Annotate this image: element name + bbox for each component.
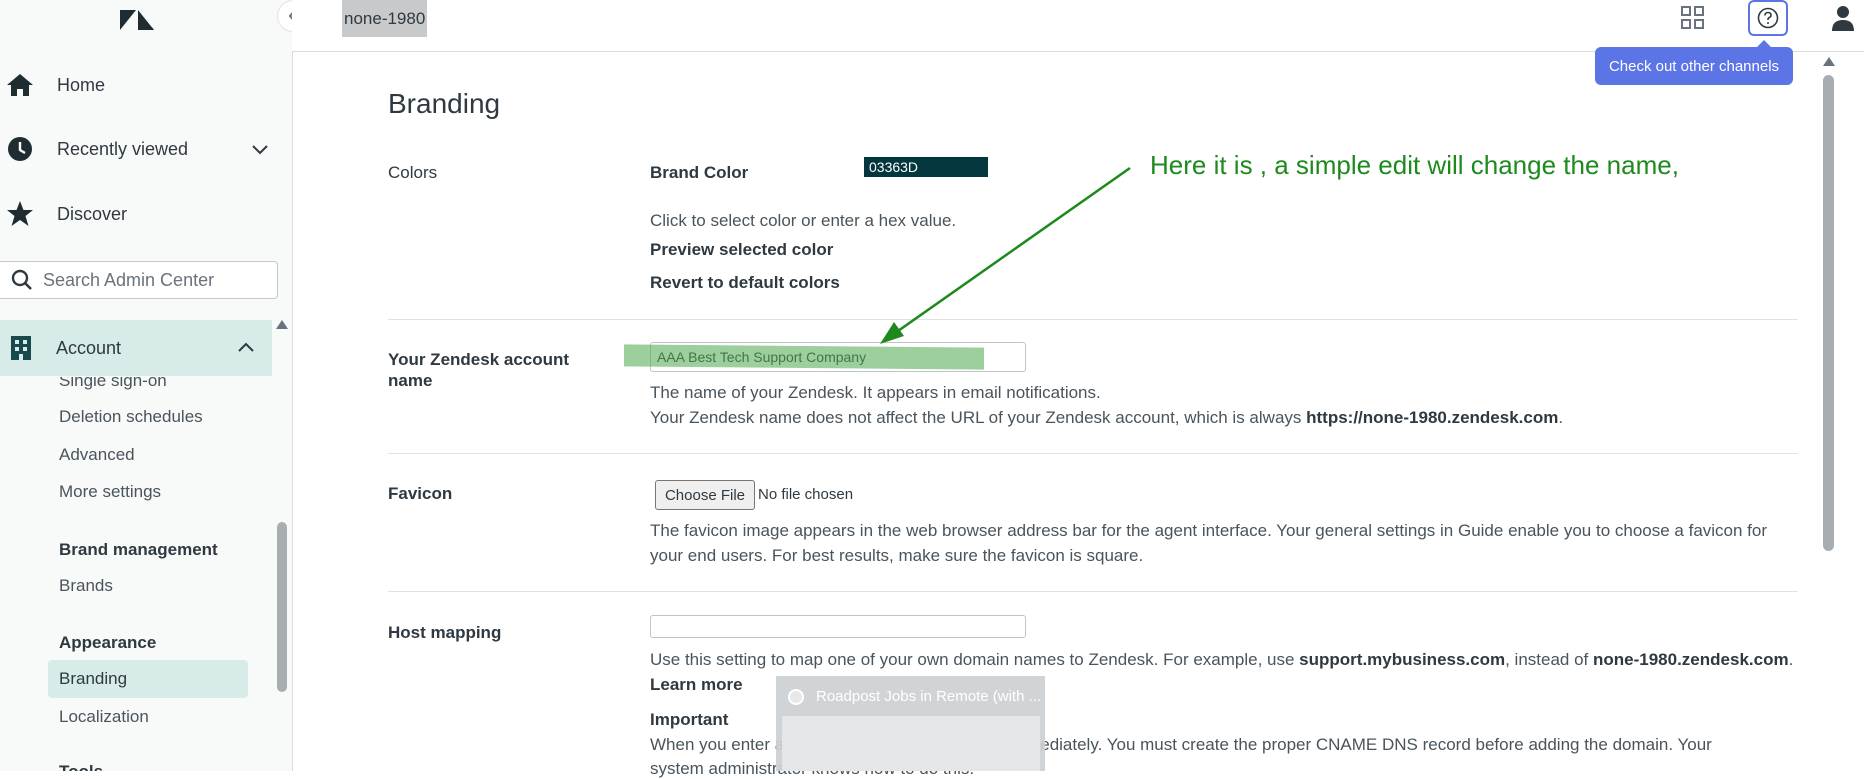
colors-label: Colors	[388, 163, 438, 182]
favicon-help1: The favicon image appears in the web bro…	[650, 521, 1768, 540]
page-title: Branding	[388, 88, 501, 119]
brand-color-label: Brand Color	[650, 163, 749, 182]
annotation-text: Here it is , a simple edit will change t…	[1150, 150, 1679, 180]
account-name-label-line2: name	[388, 371, 433, 390]
host-mapping-help-text: Use this setting to map one of your own …	[650, 650, 1300, 669]
nav-discover-label: Discover	[57, 203, 128, 224]
host-mapping-example: support.mybusiness.com	[1299, 650, 1506, 669]
brand-management-heading: Brand management	[59, 540, 218, 559]
host-mapping-label: Host mapping	[388, 623, 502, 642]
host-mapping-input[interactable]	[650, 615, 1026, 638]
search-placeholder: Search Admin Center	[43, 269, 215, 290]
building-icon	[10, 335, 32, 361]
clock-icon	[5, 134, 35, 164]
important-heading: Important	[650, 710, 729, 729]
sidebar-item-brands[interactable]: Brands	[59, 576, 113, 596]
account-name-help1: The name of your Zendesk. It appears in …	[650, 383, 1101, 402]
no-file-chosen: No file chosen	[758, 486, 854, 503]
search-icon	[11, 269, 33, 291]
taskbar-preview-popup[interactable]: Roadpost Jobs in Remote (with ...	[776, 676, 1045, 771]
home-icon	[5, 70, 35, 100]
zendesk-logo[interactable]	[118, 4, 156, 34]
favicon-label: Favicon	[388, 484, 453, 503]
account-name-help2: Your Zendesk name does not affect the UR…	[650, 408, 1563, 428]
nav-account[interactable]: Account	[0, 320, 272, 376]
help-button[interactable]	[1748, 0, 1788, 36]
nav-discover[interactable]: Discover	[0, 186, 280, 242]
chevron-down-icon[interactable]	[252, 139, 268, 160]
appearance-heading: Appearance	[59, 633, 157, 652]
main-scroll-up[interactable]	[1823, 57, 1835, 66]
search-admin-center[interactable]: Search Admin Center	[0, 261, 278, 299]
sidebar-scrollbar[interactable]	[277, 522, 287, 692]
nav-recently-viewed[interactable]: Recently viewed	[0, 121, 280, 177]
learn-more-link[interactable]: Learn more	[650, 675, 743, 695]
chevron-up-icon[interactable]	[238, 342, 254, 352]
user-avatar-icon[interactable]	[1830, 4, 1856, 32]
star-icon	[5, 199, 35, 229]
popup-thumbnail	[782, 716, 1040, 771]
chrome-icon	[788, 689, 804, 705]
divider	[388, 453, 1798, 454]
choose-file-button[interactable]: Choose File	[655, 480, 755, 510]
account-name-help2-text: Your Zendesk name does not affect the UR…	[650, 408, 1307, 427]
host-mapping-help: Use this setting to map one of your own …	[650, 650, 1793, 670]
popup-title: Roadpost Jobs in Remote (with ...	[816, 688, 1042, 705]
revert-colors-link[interactable]: Revert to default colors	[650, 273, 840, 293]
sidebar-item-branding[interactable]: Branding	[59, 669, 127, 689]
account-item-more-settings[interactable]: More settings	[59, 482, 161, 502]
products-grid-icon[interactable]	[1680, 5, 1706, 31]
sidebar-scroll-up[interactable]	[276, 320, 288, 329]
sidebar-item-localization[interactable]: Localization	[59, 707, 149, 727]
divider	[388, 591, 1798, 592]
preview-color-link[interactable]: Preview selected color	[650, 240, 833, 260]
host-mapping-help-mid: , instead of	[1505, 650, 1593, 669]
main-scrollbar[interactable]	[1823, 75, 1834, 551]
nav-recently-viewed-label: Recently viewed	[57, 138, 189, 159]
zendesk-url: https://none-1980.zendesk.com	[1306, 408, 1559, 427]
annotation-arrow	[880, 166, 1131, 344]
host-mapping-help-end: .	[1788, 650, 1794, 669]
help-icon	[1757, 7, 1779, 29]
favicon-help2: your end users. For best results, make s…	[650, 546, 1144, 565]
nav-home[interactable]: Home	[0, 57, 280, 113]
nav-account-label: Account	[56, 337, 122, 358]
host-mapping-default: none-1980.zendesk.com	[1593, 650, 1789, 669]
account-subdomain: none-1980	[342, 0, 428, 37]
tools-heading: Tools	[59, 762, 103, 771]
account-name-help2-end: .	[1558, 408, 1564, 427]
account-item-advanced[interactable]: Advanced	[59, 445, 135, 465]
account-item-deletion-schedules[interactable]: Deletion schedules	[59, 407, 203, 427]
top-bar	[292, 0, 1864, 52]
nav-home-label: Home	[57, 74, 106, 95]
account-name-label-line1: Your Zendesk account	[388, 350, 570, 369]
sidebar: Home Recently viewed Discover Search Adm…	[0, 0, 293, 771]
channels-tooltip: Check out other channels	[1595, 40, 1793, 85]
